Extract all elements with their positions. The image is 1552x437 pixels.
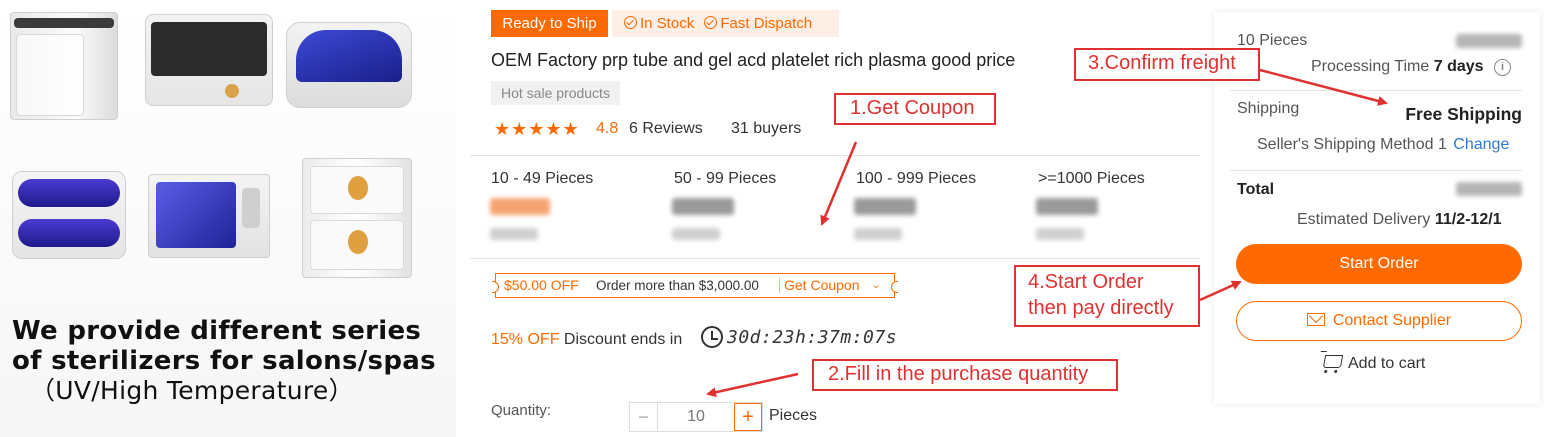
cart-icon — [1322, 355, 1344, 368]
price-tier-4-price-blurred — [1036, 198, 1098, 215]
quantity-label: Quantity: — [491, 402, 552, 419]
stock-dispatch-badge: In Stock Fast Dispatch — [612, 10, 839, 37]
coupon-condition: Order more than $3,000.00 — [596, 278, 759, 293]
hot-sale-tag[interactable]: Hot sale products — [491, 81, 620, 105]
product-thumbnail-4[interactable] — [8, 165, 130, 265]
check-circle-icon — [624, 16, 637, 29]
order-subtotal-blurred — [1456, 34, 1522, 48]
product-thumbnail-2[interactable] — [145, 14, 275, 110]
processing-time-value: 7 days — [1433, 58, 1484, 75]
discount-percent: 15% OFF — [491, 331, 560, 348]
estimated-delivery-label: Estimated Delivery — [1297, 211, 1431, 228]
estimated-delivery-value: 11/2-12/1 — [1434, 211, 1502, 228]
callout-start-order-line2: then pay directly — [1028, 297, 1174, 319]
contact-supplier-button[interactable]: Contact Supplier — [1236, 301, 1522, 341]
buyers-count: 31 buyers — [731, 120, 802, 137]
shipping-method: Seller's Shipping Method 1 Change — [1257, 136, 1509, 154]
price-tier-4-old-price-blurred — [1036, 228, 1084, 240]
contact-supplier-label: Contact Supplier — [1332, 312, 1452, 329]
coupon-strip[interactable]: $50.00 OFF Order more than $3,000.00 Get… — [492, 273, 898, 298]
chevron-down-icon[interactable]: ⌄ — [872, 274, 880, 297]
callout-confirm-freight: 3.Confirm freight — [1074, 48, 1260, 81]
caption-line-3: （UV/High Temperature） — [30, 376, 354, 405]
quantity-decrement-button[interactable]: − — [630, 403, 658, 431]
divider — [470, 258, 1200, 259]
price-tier-2-old-price-blurred — [672, 228, 720, 240]
product-thumbnail-6[interactable] — [302, 158, 414, 282]
estimated-delivery: Estimated Delivery 11/2-12/1 — [1297, 211, 1502, 229]
callout-start-order-line1: 4.Start Order — [1028, 271, 1144, 293]
processing-time-label: Processing Time — [1311, 58, 1430, 75]
get-coupon-button[interactable]: Get Coupon — [784, 274, 860, 297]
price-tier-1-old-price-blurred — [490, 228, 538, 240]
change-shipping-link[interactable]: Change — [1453, 136, 1509, 153]
add-to-cart-label: Add to cart — [1348, 355, 1426, 372]
rating-stars-icon: ★★★★★ — [494, 119, 580, 139]
quantity-increment-button[interactable]: + — [734, 403, 762, 431]
divider — [1230, 90, 1522, 91]
ready-to-ship-badge: Ready to Ship — [491, 10, 608, 37]
discount-countdown: 30d:23h:37m:07s — [727, 327, 898, 348]
coupon-amount: $50.00 OFF — [504, 277, 579, 293]
order-panel: 10 Pieces Processing Time 7 days i Shipp… — [1214, 12, 1540, 404]
price-tier-2-price-blurred — [672, 198, 734, 215]
total-label: Total — [1237, 181, 1275, 198]
add-to-cart-button[interactable]: Add to cart — [1322, 355, 1426, 373]
price-tier-3-price-blurred — [854, 198, 916, 215]
product-image-collage: We provide different series of sterilize… — [0, 0, 456, 437]
info-icon[interactable]: i — [1493, 59, 1511, 76]
reviews-link[interactable]: 6 Reviews — [629, 120, 703, 138]
callout-fill-quantity: 2.Fill in the purchase quantity — [812, 359, 1118, 391]
caption-line-1: We provide different series — [12, 316, 422, 346]
callout-get-coupon: 1.Get Coupon — [834, 93, 996, 125]
collage-caption: We provide different series of sterilize… — [12, 316, 452, 406]
shipping-value: Free Shipping — [1405, 104, 1522, 124]
fast-dispatch-label: Fast Dispatch — [720, 15, 813, 32]
mail-icon — [1306, 313, 1325, 326]
rating-value: 4.8 — [596, 120, 619, 137]
total-price-blurred — [1456, 182, 1522, 196]
caption-line-2: of sterilizers for salons/spas — [12, 346, 436, 376]
price-tier-4-quantity: >=1000 Pieces — [1038, 170, 1145, 187]
product-thumbnail-1[interactable] — [10, 12, 122, 122]
callout-start-order: 4.Start Order then pay directly — [1014, 265, 1200, 327]
quantity-stepper: − 10 + — [629, 402, 763, 432]
coupon-separator — [779, 278, 780, 293]
discount-ends-label: Discount ends in — [563, 331, 683, 348]
quantity-input[interactable]: 10 — [658, 403, 734, 431]
divider — [1230, 170, 1522, 171]
product-title: OEM Factory prp tube and gel acd platele… — [491, 50, 1016, 70]
price-tier-3-quantity: 100 - 999 Pieces — [856, 170, 977, 187]
start-order-button[interactable]: Start Order — [1236, 244, 1522, 284]
quantity-unit: Pieces — [769, 407, 818, 424]
product-thumbnail-5[interactable] — [148, 174, 272, 262]
price-tier-1-quantity: 10 - 49 Pieces — [491, 170, 594, 187]
in-stock-label: In Stock — [640, 15, 695, 32]
shipping-method-label: Seller's Shipping Method 1 — [1257, 136, 1447, 153]
product-thumbnail-3[interactable] — [286, 14, 414, 114]
shipping-label: Shipping — [1237, 100, 1300, 117]
clock-icon — [701, 326, 723, 348]
check-circle-icon — [704, 16, 718, 29]
price-tier-1-price-blurred — [490, 198, 550, 215]
processing-time: Processing Time 7 days i — [1311, 58, 1511, 76]
price-tier-3-old-price-blurred — [854, 228, 902, 240]
discount-info: 15% OFF Discount ends in — [491, 331, 682, 349]
price-tier-2-quantity: 50 - 99 Pieces — [674, 170, 777, 187]
divider — [470, 155, 1200, 156]
